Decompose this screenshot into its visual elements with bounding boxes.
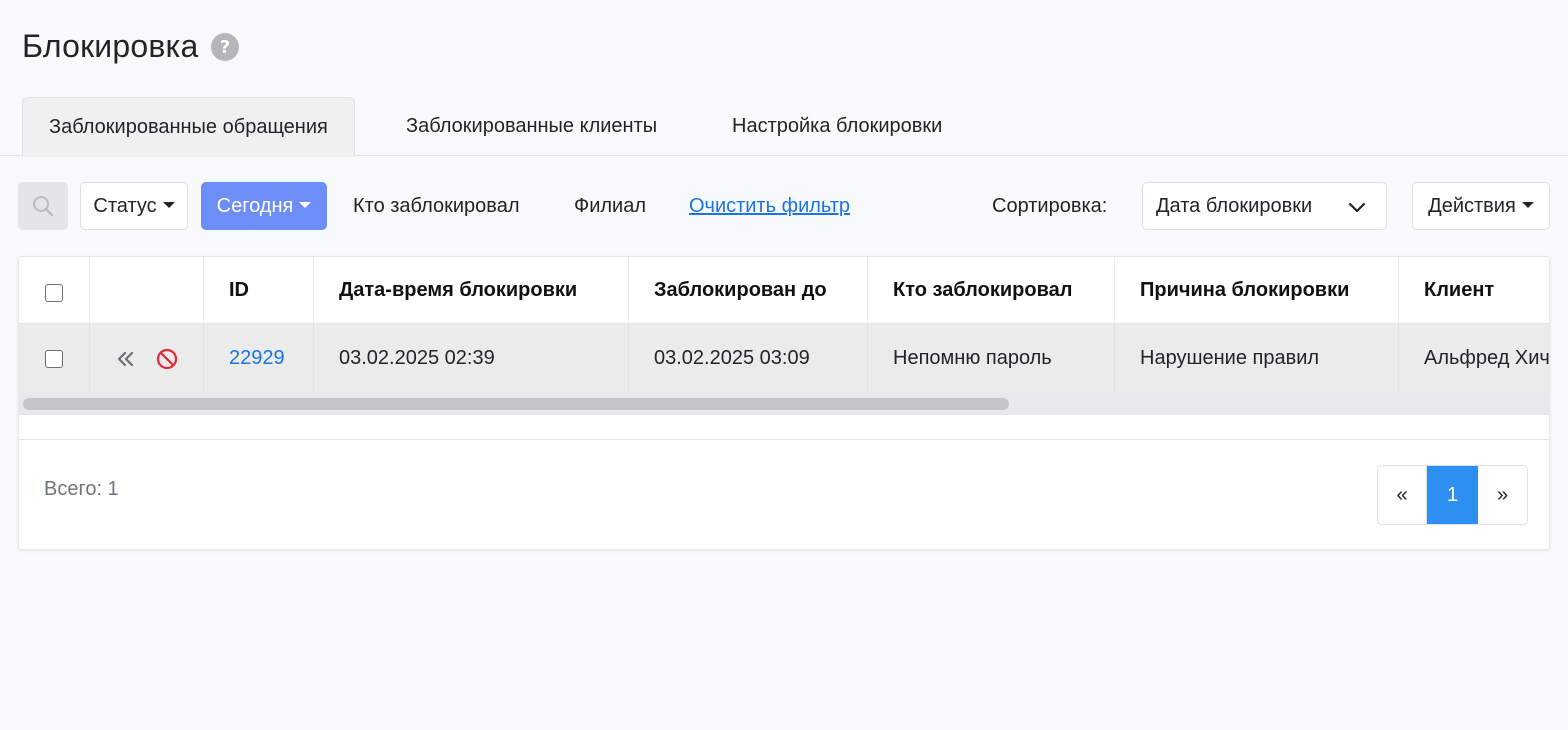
- scrollbar-thumb[interactable]: [23, 398, 1009, 410]
- row-checkbox[interactable]: [45, 349, 63, 368]
- status-filter-button[interactable]: Статус: [80, 182, 188, 230]
- chevron-down-icon: [1348, 202, 1366, 213]
- actions-button[interactable]: Действия: [1412, 182, 1550, 230]
- double-chevron-left-icon[interactable]: [114, 348, 136, 370]
- request-id-link[interactable]: 22929: [229, 347, 285, 370]
- row-id-cell: 22929: [204, 324, 314, 393]
- horizontal-scrollbar[interactable]: [19, 393, 1549, 415]
- status-filter-label: Статус: [93, 194, 157, 217]
- column-header-id[interactable]: ID: [204, 257, 314, 324]
- date-filter-button[interactable]: Сегодня: [201, 182, 327, 230]
- tab-block-settings[interactable]: Настройка блокировки: [706, 97, 968, 156]
- column-header-client[interactable]: Клиент: [1399, 257, 1549, 324]
- select-all-checkbox[interactable]: [45, 284, 63, 302]
- column-header-reason[interactable]: Причина блокировки: [1115, 257, 1399, 324]
- page-header: Блокировка ?: [22, 28, 240, 65]
- row-select-cell: [19, 324, 90, 393]
- page-title: Блокировка: [22, 28, 199, 64]
- question-circle-icon[interactable]: ?: [210, 32, 240, 62]
- tab-blocked-requests[interactable]: Заблокированные обращения: [22, 97, 355, 157]
- filter-bar: Статус Сегодня Кто заблокировал Филиал О…: [0, 182, 1568, 230]
- table-row: 22929 03.02.2025 02:39 03.02.2025 03:09 …: [19, 324, 1549, 393]
- total-count: Всего: 1: [44, 478, 119, 500]
- table-header-row: ID Дата-время блокировки Заблокирован до…: [19, 257, 1549, 324]
- row-blocked-until: 03.02.2025 03:09: [629, 324, 868, 393]
- header-select-all-cell: [19, 257, 90, 324]
- header-actions-cell: [90, 257, 204, 324]
- search-button[interactable]: [18, 182, 68, 230]
- pagination-next[interactable]: »: [1478, 466, 1527, 524]
- date-filter-label: Сегодня: [216, 194, 294, 217]
- row-client: Альфред Хичкок: [1399, 324, 1549, 393]
- column-header-blocked-at[interactable]: Дата-время блокировки: [314, 257, 629, 324]
- tab-bar: Заблокированные обращения Заблокированны…: [0, 97, 1568, 157]
- clear-filter-link[interactable]: Очистить фильтр: [689, 182, 850, 230]
- sort-label: Сортировка:: [992, 195, 1108, 217]
- who-blocked-filter[interactable]: Кто заблокировал: [353, 182, 520, 230]
- pagination-prev[interactable]: «: [1378, 466, 1427, 524]
- svg-text:?: ?: [220, 37, 230, 58]
- actions-label: Действия: [1428, 194, 1516, 217]
- sort-value: Дата блокировки: [1156, 194, 1313, 217]
- row-reason: Нарушение правил: [1115, 324, 1399, 393]
- pagination-page-current[interactable]: 1: [1427, 466, 1478, 524]
- row-who-blocked: Непомню пароль: [868, 324, 1115, 393]
- caret-down-icon: [299, 201, 312, 208]
- blocked-requests-table: ID Дата-время блокировки Заблокирован до…: [19, 257, 1549, 415]
- divider: [19, 439, 1549, 440]
- caret-down-icon: [162, 201, 175, 208]
- column-header-who-blocked[interactable]: Кто заблокировал: [868, 257, 1115, 324]
- tab-blocked-clients[interactable]: Заблокированные клиенты: [380, 97, 683, 156]
- block-icon[interactable]: [156, 348, 178, 370]
- caret-down-icon: [1521, 201, 1534, 208]
- search-icon: [33, 196, 54, 217]
- blocked-requests-card: ID Дата-время блокировки Заблокирован до…: [18, 256, 1550, 550]
- pagination: « 1 »: [1377, 465, 1528, 525]
- row-actions-cell: [90, 324, 204, 393]
- branch-filter[interactable]: Филиал: [574, 182, 646, 230]
- row-blocked-at: 03.02.2025 02:39: [314, 324, 629, 393]
- column-header-blocked-until[interactable]: Заблокирован до: [629, 257, 868, 324]
- sort-select[interactable]: Дата блокировки: [1142, 182, 1387, 230]
